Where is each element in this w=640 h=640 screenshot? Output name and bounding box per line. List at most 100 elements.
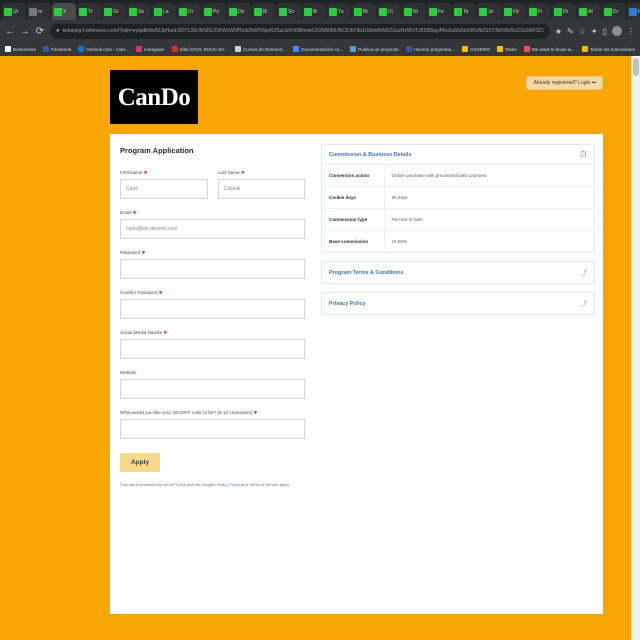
bookmark-label: Cursos de Desarrol...: [242, 46, 287, 52]
browser-tab[interactable]: Fe: [427, 3, 451, 20]
terms-accordion[interactable]: Program Terms & Conditions ⤴: [321, 261, 595, 284]
bookmark-item[interactable]: Publica un proyecto: [350, 46, 399, 53]
browser-tab[interactable]: Dr: [552, 3, 576, 20]
terms-accordion-header[interactable]: Program Terms & Conditions ⤴: [322, 262, 594, 283]
bookmark-item[interactable]: Facebook: [42, 46, 71, 53]
logo-text: CanDo: [117, 83, 191, 111]
browser-tab[interactable]: Tr: [77, 3, 101, 20]
bookmark-star-icon[interactable]: ★: [555, 27, 562, 36]
profile-icon[interactable]: [612, 26, 622, 36]
browser-tab[interactable]: Je: [477, 3, 501, 20]
browser-tab[interactable]: Se: [127, 3, 151, 20]
recaptcha-prefix: This site is protected by reCAPTCHA and …: [120, 482, 216, 487]
page-scrollbar[interactable]: [631, 56, 640, 640]
bookmark-item[interactable]: Documentación co...: [293, 46, 343, 53]
apply-button[interactable]: Apply: [120, 453, 161, 472]
bookmark-item[interactable]: Bookmarks: [5, 46, 36, 53]
course-icon: [234, 46, 241, 52]
first-name-label: First Name ✱: [120, 170, 148, 175]
privacy-accordion[interactable]: Privacy Policy ⤴: [321, 292, 595, 315]
details-column: Commission & Business Details 📋 Conversi…: [315, 134, 603, 614]
browser-tab[interactable]: Dr: [177, 3, 201, 20]
confirm-password-input[interactable]: [120, 299, 305, 319]
recaptcha-mid: and: [240, 482, 249, 487]
terms-of-service-link[interactable]: Terms of Service: [249, 482, 279, 487]
bookmark-label: Hacerle preguntas...: [413, 46, 455, 52]
website-label: Website: [120, 370, 137, 375]
browser-tab[interactable]: Gi: [102, 3, 126, 20]
detail-value: Percent of Sale: [384, 208, 594, 231]
discount-code-input[interactable]: [120, 419, 305, 439]
bookmark-item[interactable]: Silla COOL ROUC En...: [171, 46, 228, 53]
browser-tab[interactable]: X: [52, 3, 76, 20]
browser-tab[interactable]: So: [277, 3, 301, 20]
commission-details-table: Conversion action Online purchase with pr…: [322, 165, 594, 252]
browser-tab[interactable]: Di: [377, 3, 401, 20]
back-icon[interactable]: ←: [5, 26, 15, 37]
login-button[interactable]: Already registered? Login ➡: [526, 76, 603, 90]
bookmark-item[interactable]: OSSERM: [461, 46, 490, 53]
browser-tab[interactable]: Po: [202, 3, 226, 20]
browser-tab[interactable]: Dr: [602, 3, 626, 20]
all-bookmarks-label: Todos los marcadores: [590, 46, 635, 52]
social-media-handle-input[interactable]: [120, 339, 305, 359]
first-name-input[interactable]: Carla: [120, 179, 208, 199]
green-favicon: [304, 7, 312, 16]
privacy-policy-link[interactable]: Privacy Policy: [215, 482, 240, 487]
tab-label: Ut: [13, 8, 18, 15]
tab-label: Di: [388, 8, 393, 15]
browser-tab[interactable]: Ta: [452, 3, 476, 20]
browser-tab[interactable]: Ni: [402, 3, 426, 20]
recaptcha-suffix: apply.: [278, 482, 291, 487]
browser-tab[interactable]: Tu: [327, 3, 351, 20]
browser-tab[interactable]: Bt: [352, 3, 376, 20]
expand-icon[interactable]: ⤴: [581, 299, 587, 308]
last-name-input[interactable]: Caballe: [217, 179, 305, 199]
bookmark-item[interactable]: Instagram: [136, 46, 165, 53]
browser-tab[interactable]: Bi: [252, 3, 276, 20]
tab-label: Dr: [563, 8, 569, 15]
folder-icon: [496, 46, 503, 52]
bookmark-item[interactable]: We want to know w...: [523, 46, 575, 53]
bookmark-item[interactable]: Outlook.com - mart...: [78, 46, 129, 53]
scrollbar-thumb[interactable]: [633, 58, 639, 76]
address-bar[interactable]: ● ketoking-f.referseon.com/?mlp=eyIpdlIi…: [50, 23, 550, 39]
privacy-accordion-header[interactable]: Privacy Policy ⤴: [322, 293, 594, 314]
star-icon[interactable]: ☆: [579, 27, 586, 36]
browser-tab[interactable]: Ut: [2, 3, 26, 20]
sidepanel-icon[interactable]: ▯: [603, 27, 607, 36]
extensions-icon[interactable]: ✦: [591, 27, 598, 36]
url-text: ketoking-f.referseon.com/?mlp=eyIpdlIinb…: [63, 27, 544, 35]
browser-tab[interactable]: Af: [577, 3, 601, 20]
tab-label: Ta: [463, 8, 469, 15]
url-domain: ketoking-f.referseon.com: [62, 28, 118, 34]
email-field[interactable]: carla@diy-dreams.com: [120, 219, 305, 239]
bookmark-item[interactable]: Hacerle preguntas...: [405, 46, 455, 53]
all-bookmarks-button[interactable]: Todos los marcadores: [582, 46, 635, 53]
detail-value: 90 days: [384, 186, 594, 209]
browser-tab[interactable]: Bl: [302, 3, 326, 20]
menu-icon[interactable]: ⋮: [627, 27, 635, 36]
docs-icon: [293, 46, 300, 52]
browser-tab[interactable]: De: [227, 3, 251, 20]
browser-tab[interactable]: Fi: [527, 3, 551, 20]
last-name-label: Last Name ✱: [217, 170, 245, 175]
forward-icon[interactable]: →: [20, 26, 30, 37]
bookmark-item[interactable]: Cursos de Desarrol...: [234, 46, 287, 53]
bookmark-item[interactable]: Tasks: [496, 46, 517, 53]
password-input[interactable]: [120, 259, 305, 279]
green-favicon: [104, 7, 112, 16]
green-favicon: [279, 7, 287, 16]
bookmark-label: Silla COOL ROUC En...: [179, 46, 228, 52]
tab-label: Bl: [313, 8, 318, 15]
browser-tab[interactable]: m: [27, 3, 51, 20]
browser-tab[interactable]: Re: [627, 3, 640, 20]
browser-tab[interactable]: La: [152, 3, 176, 20]
browser-tab[interactable]: Hy: [502, 3, 526, 20]
website-input[interactable]: [120, 379, 305, 399]
tab-label: Hy: [513, 8, 520, 15]
edit-icon[interactable]: ✎: [567, 27, 574, 36]
copy-icon[interactable]: 📋: [580, 151, 587, 158]
reload-icon[interactable]: ⟳: [35, 26, 45, 37]
expand-icon[interactable]: ⤴: [581, 268, 587, 277]
